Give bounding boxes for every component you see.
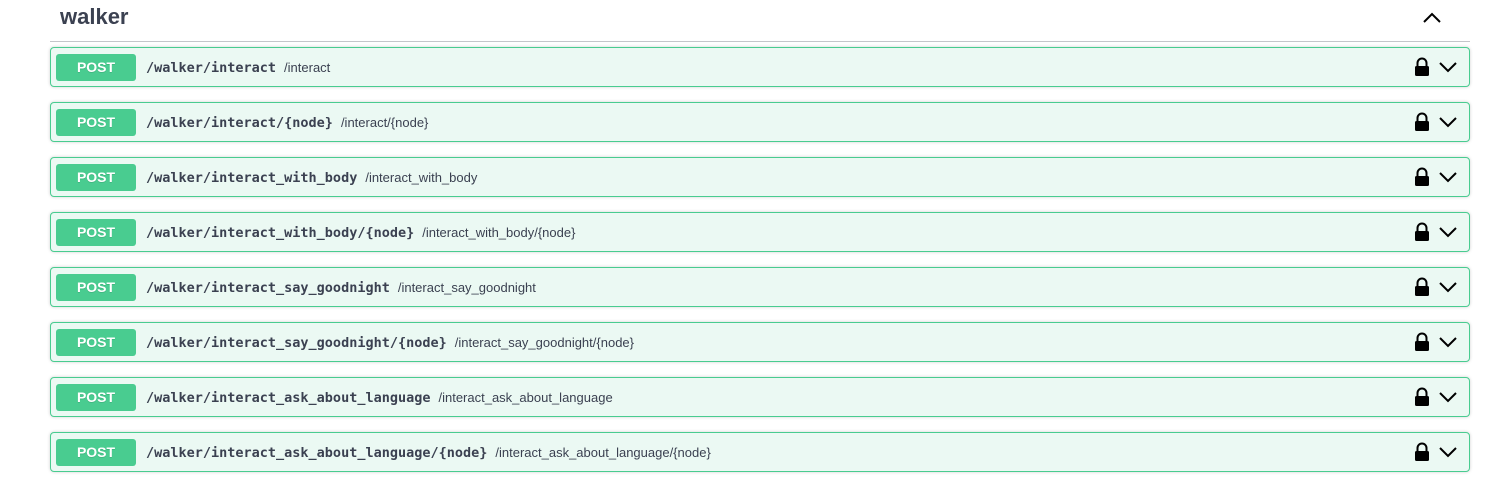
chevron-down-icon[interactable]	[1437, 276, 1459, 298]
method-badge: POST	[56, 164, 136, 191]
operation-row[interactable]: POST /walker/interact_with_body/interact…	[50, 157, 1470, 197]
operation-path: /walker/interact	[146, 60, 277, 76]
operation-row[interactable]: POST /walker/interact_with_body/{node} /i…	[50, 212, 1470, 252]
operation-row[interactable]: POST /walker/interact_ask_about_language…	[50, 377, 1470, 417]
operation-row[interactable]: POST /walker/interact/interact	[50, 47, 1470, 87]
method-badge: POST	[56, 219, 136, 246]
lock-icon[interactable]	[1413, 112, 1431, 132]
operation-summary: /interact_ask_about_language	[438, 390, 613, 405]
lock-icon[interactable]	[1413, 332, 1431, 352]
chevron-down-icon[interactable]	[1437, 111, 1459, 133]
operations-list: POST /walker/interact/interact POST /wal…	[50, 47, 1470, 487]
method-badge: POST	[56, 109, 136, 136]
operation-path: /walker/interact_say_goodnight/{node}	[146, 335, 447, 351]
lock-icon[interactable]	[1413, 222, 1431, 242]
operation-row[interactable]: POST /walker/interact_ask_about_language…	[50, 432, 1470, 472]
chevron-up-icon[interactable]	[1420, 6, 1444, 30]
lock-icon[interactable]	[1413, 57, 1431, 77]
chevron-down-icon[interactable]	[1437, 331, 1459, 353]
lock-icon[interactable]	[1413, 277, 1431, 297]
operation-path: /walker/interact_ask_about_language/{nod…	[146, 445, 488, 461]
method-badge: POST	[56, 274, 136, 301]
operation-path: /walker/interact_with_body	[146, 170, 358, 186]
lock-icon[interactable]	[1413, 167, 1431, 187]
operation-path: /walker/interact_say_goodnight	[146, 280, 390, 296]
operation-summary: /interact_with_body/{node}	[422, 225, 576, 240]
operation-summary: /interact_ask_about_language/{node}	[495, 445, 711, 460]
tag-title: walker	[60, 4, 129, 29]
method-badge: POST	[56, 439, 136, 466]
operation-summary: /interact/{node}	[340, 115, 429, 130]
operation-summary: /interact_with_body	[365, 170, 478, 185]
method-badge: POST	[56, 54, 136, 81]
tag-section-header[interactable]: walker	[50, 0, 1470, 42]
method-badge: POST	[56, 384, 136, 411]
lock-icon[interactable]	[1413, 387, 1431, 407]
operation-summary: /interact_say_goodnight/{node}	[454, 335, 634, 350]
operation-row[interactable]: POST /walker/interact_say_goodnight/inte…	[50, 267, 1470, 307]
chevron-down-icon[interactable]	[1437, 56, 1459, 78]
operation-row[interactable]: POST /walker/interact_say_goodnight/{nod…	[50, 322, 1470, 362]
operation-path: /walker/interact_ask_about_language	[146, 390, 431, 406]
lock-icon[interactable]	[1413, 442, 1431, 462]
chevron-down-icon[interactable]	[1437, 386, 1459, 408]
chevron-down-icon[interactable]	[1437, 166, 1459, 188]
chevron-down-icon[interactable]	[1437, 221, 1459, 243]
operation-row[interactable]: POST /walker/interact/{node} /interact/{n…	[50, 102, 1470, 142]
operation-summary: /interact	[284, 60, 331, 75]
operation-path: /walker/interact_with_body/{node}	[146, 225, 415, 241]
method-badge: POST	[56, 329, 136, 356]
operation-path: /walker/interact/{node}	[146, 115, 333, 131]
operation-summary: /interact_say_goodnight	[397, 280, 536, 295]
chevron-down-icon[interactable]	[1437, 441, 1459, 463]
